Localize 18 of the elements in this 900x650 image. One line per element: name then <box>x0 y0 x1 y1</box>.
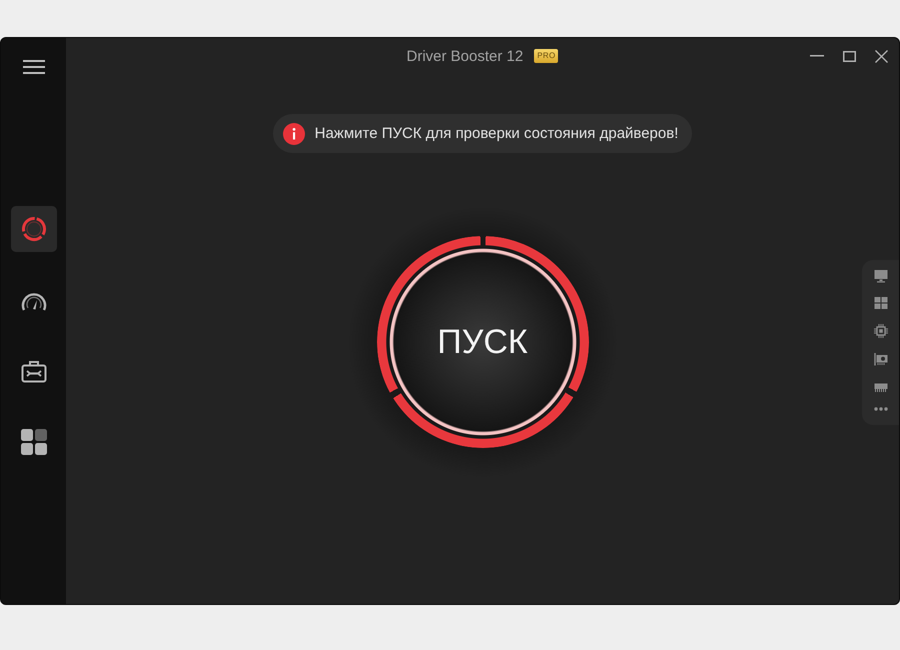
expansion-card-icon[interactable] <box>874 352 888 366</box>
close-icon <box>874 50 888 62</box>
start-button[interactable]: ПУСК <box>376 236 588 448</box>
nav-item[interactable] <box>10 206 56 252</box>
menu-icon <box>22 60 44 74</box>
window-title: Driver Booster 12 <box>406 48 524 64</box>
chip-icon[interactable] <box>874 324 888 338</box>
ring-icon <box>20 216 46 242</box>
more-icon[interactable] <box>874 407 888 412</box>
four-pane-icon[interactable] <box>874 296 888 310</box>
notice-text: Нажмите ПУСК для проверки состояния драйверов! <box>314 125 678 142</box>
toolbox-icon <box>20 359 46 383</box>
minimize-icon <box>810 55 824 57</box>
monitor-icon[interactable] <box>874 268 888 282</box>
info-icon <box>282 122 305 144</box>
maximize-icon <box>842 50 856 62</box>
pro-badge: PRO <box>534 49 558 63</box>
tiles-icon <box>20 429 46 455</box>
